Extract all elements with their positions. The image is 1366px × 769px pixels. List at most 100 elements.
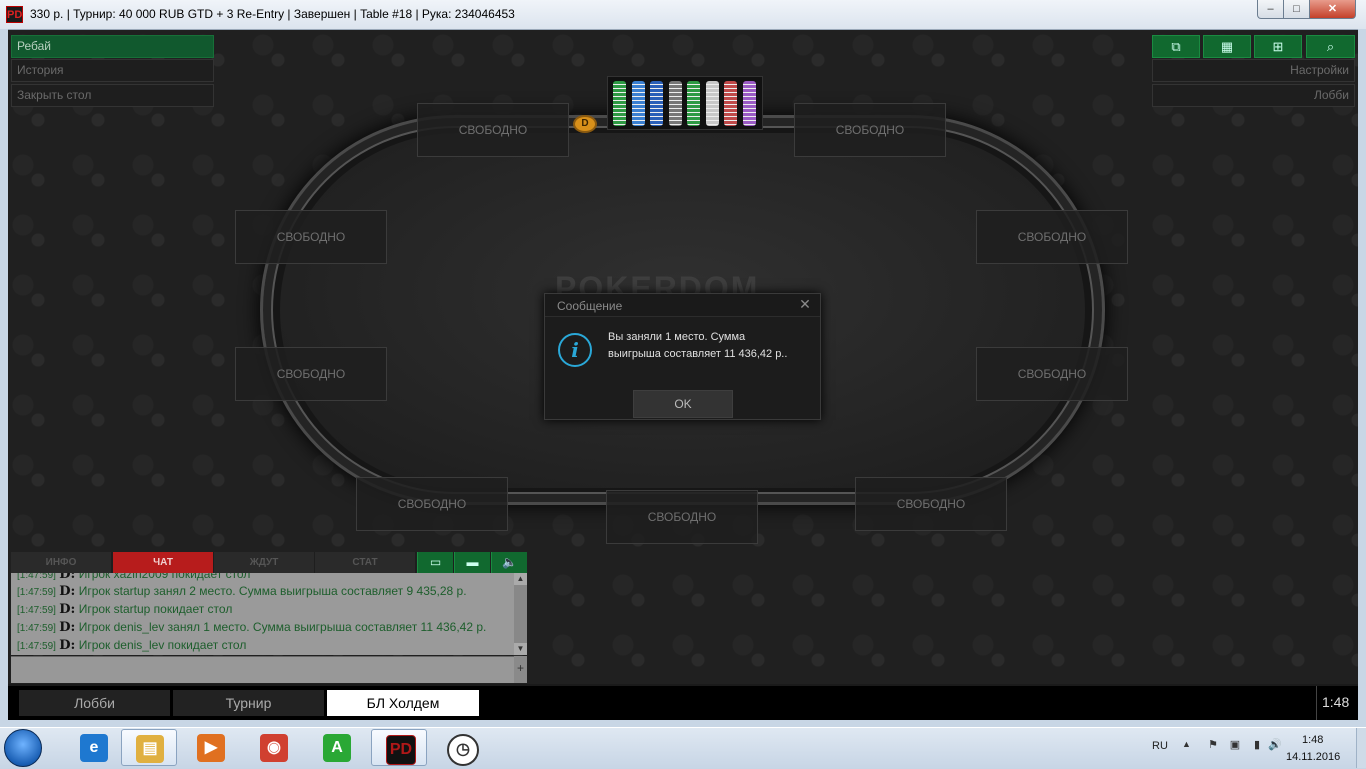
dialog-message-line2: выигрыша составляет 11 436,42 р.. <box>608 348 788 360</box>
clock-divider <box>1316 686 1317 720</box>
chat-line: [1:47:59] D: Игрок denis_lev покидает ст… <box>17 638 246 653</box>
flag-icon[interactable]: ⚑ <box>1206 738 1220 752</box>
chat-scrollbar[interactable]: ▲ ▼ <box>514 573 527 655</box>
table-clock: 1:48 <box>1322 694 1350 710</box>
tile-icon[interactable]: ▦ <box>1203 35 1251 58</box>
dialog-close-icon[interactable]: ✕ <box>797 296 813 312</box>
show-desktop-button[interactable] <box>1356 728 1366 768</box>
seat-2[interactable]: СВОБОДНО <box>794 103 946 157</box>
dialog-message-line1: Вы заняли 1 место. Сумма <box>608 331 746 343</box>
seat-3[interactable]: СВОБОДНО <box>976 210 1128 264</box>
add-table-icon[interactable]: ⊞ <box>1254 35 1302 58</box>
taskbar-app[interactable]: A <box>309 729 365 766</box>
chat-timestamp: [1:47:59] <box>17 623 56 634</box>
window-frame-left <box>0 29 8 727</box>
tray-time[interactable]: 1:48 <box>1302 734 1323 746</box>
chat-bubble-icon[interactable]: ▭ <box>417 552 453 573</box>
taskbar-app[interactable]: PD <box>371 729 427 766</box>
language-indicator[interactable]: RU <box>1152 740 1168 752</box>
file-explorer-icon: ▤ <box>136 735 164 763</box>
chat-line: [1:47:59] D: Игрок xazin2009 покидает ст… <box>17 573 250 582</box>
history-button[interactable]: История <box>11 59 214 82</box>
chat-text: Игрок denis_lev покидает стол <box>78 638 247 652</box>
message-dialog: Сообщение ✕ i Вы заняли 1 место. Сумма в… <box>544 293 821 420</box>
chat-log[interactable]: [1:47:59] D: Игрок xazin2009 покидает ст… <box>11 573 514 655</box>
window-frame-right <box>1358 29 1366 727</box>
tab-stat[interactable]: СТАТ <box>315 552 415 573</box>
start-button[interactable] <box>4 729 42 767</box>
maximize-button[interactable]: □ <box>1283 0 1310 19</box>
dealer-glyph-icon: D: <box>59 573 76 582</box>
pokerdom-icon: PD <box>386 735 416 765</box>
search-icon[interactable]: ⌕ <box>1306 35 1355 58</box>
taskbar-app[interactable]: ◉ <box>246 729 302 766</box>
chat-text: Игрок startup покидает стол <box>78 602 233 616</box>
settings-button[interactable]: Настройки <box>1152 59 1355 82</box>
chat-timestamp: [1:47:59] <box>17 587 56 598</box>
chat-timestamp: [1:47:59] <box>17 641 56 652</box>
tab-holdem[interactable]: БЛ Холдем <box>327 690 479 716</box>
window-frame-bottom <box>0 720 1366 727</box>
dealer-glyph-icon: D: <box>59 620 76 635</box>
clock-app-icon: ◷ <box>447 734 479 766</box>
chip-stack <box>613 81 626 126</box>
window-title: 330 р. | Турнир: 40 000 RUB GTD + 3 Re-E… <box>30 7 515 21</box>
seat-6[interactable]: СВОБОДНО <box>606 490 758 544</box>
tab-lobby[interactable]: Лобби <box>19 690 170 716</box>
chat-text: Игрок denis_lev занял 1 место. Сумма выи… <box>78 620 487 634</box>
lobby-button[interactable]: Лобби <box>1152 84 1355 107</box>
chat-input[interactable] <box>11 656 514 683</box>
dealer-button: D <box>573 115 597 133</box>
close-table-button[interactable]: Закрыть стол <box>11 84 214 107</box>
chip-stack <box>705 81 719 126</box>
internet-explorer-icon: e <box>80 734 108 762</box>
info-icon: i <box>558 333 592 367</box>
chat-timestamp: [1:47:59] <box>17 605 56 616</box>
network-icon[interactable]: ▮ <box>1250 738 1264 752</box>
chat-text: Игрок startup занял 2 место. Сумма выигр… <box>78 584 467 598</box>
chat-text: Игрок xazin2009 покидает стол <box>78 573 251 581</box>
chat-tabs: ИНФО ЧАТ ЖДУТ СТАТ ▭ ▬ 🔈 <box>11 552 527 573</box>
dealer-glyph-icon: D: <box>59 602 76 617</box>
chip-stack <box>687 81 700 126</box>
app-logo-icon: PD <box>6 6 23 23</box>
volume-icon[interactable]: 🔊 <box>1268 738 1282 752</box>
chrome-icon: ◉ <box>260 734 288 762</box>
scroll-down-icon[interactable]: ▼ <box>514 643 527 655</box>
tab-tournament[interactable]: Турнир <box>173 690 324 716</box>
chip-stack <box>742 81 756 126</box>
taskbar-app[interactable]: e <box>66 729 122 766</box>
sound-icon[interactable]: 🔈 <box>491 552 527 573</box>
chip-rack <box>607 76 763 130</box>
seat-8[interactable]: СВОБОДНО <box>235 347 387 401</box>
taskbar-app[interactable]: ◷ <box>433 729 489 766</box>
close-window-button[interactable]: ✕ <box>1309 0 1356 19</box>
chat-timestamp: [1:47:59] <box>17 573 56 581</box>
chat-line: [1:47:59] D: Игрок startup занял 2 место… <box>17 584 467 599</box>
dialog-title: Сообщение <box>557 299 623 313</box>
rebuy-button[interactable]: Ребай <box>11 35 214 58</box>
tab-chat[interactable]: ЧАТ <box>113 552 213 573</box>
tray-date[interactable]: 14.11.2016 <box>1286 751 1340 763</box>
chip-stack <box>650 81 663 126</box>
chip-stack <box>668 81 682 126</box>
tab-info[interactable]: ИНФО <box>11 552 111 573</box>
seat-1[interactable]: СВОБОДНО <box>417 103 569 157</box>
tab-wait[interactable]: ЖДУТ <box>214 552 314 573</box>
taskbar-app[interactable]: ▶ <box>183 729 239 766</box>
minimize-button[interactable]: – <box>1257 0 1284 19</box>
device-icon[interactable]: ▣ <box>1228 738 1242 752</box>
multi-table-icon[interactable]: ⧉ <box>1152 35 1200 58</box>
taskbar-app[interactable]: ▤ <box>121 729 177 766</box>
dialog-message: Вы заняли 1 место. Сумма выигрыша состав… <box>608 329 808 363</box>
chat-add-button[interactable]: + <box>514 656 527 683</box>
seat-7[interactable]: СВОБОДНО <box>356 477 508 531</box>
a-app-icon: A <box>323 734 351 762</box>
seat-9[interactable]: СВОБОДНО <box>235 210 387 264</box>
filter-bar-icon[interactable]: ▬ <box>454 552 490 573</box>
seat-4[interactable]: СВОБОДНО <box>976 347 1128 401</box>
tray-expand-icon[interactable]: ▲ <box>1182 739 1191 749</box>
ok-button[interactable]: OK <box>633 390 733 418</box>
scroll-up-icon[interactable]: ▲ <box>514 573 527 585</box>
seat-5[interactable]: СВОБОДНО <box>855 477 1007 531</box>
